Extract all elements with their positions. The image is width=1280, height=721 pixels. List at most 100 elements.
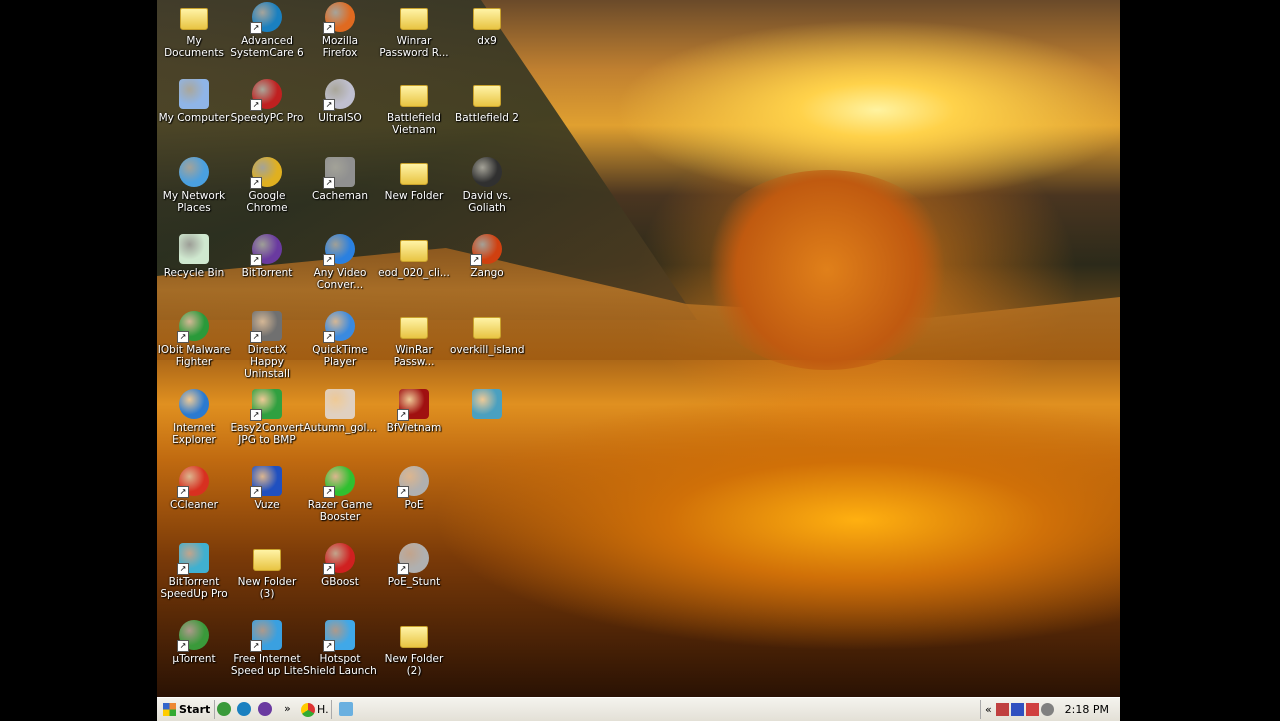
folder-icon <box>400 8 428 30</box>
desktop-icon[interactable]: David vs. Goliath <box>450 155 524 214</box>
shortcut-arrow-icon: ↗ <box>323 563 335 575</box>
desktop-icon[interactable]: ↗ PoE <box>377 464 451 511</box>
desktop-icon-label: Autumn_gol... <box>303 422 377 434</box>
bittorrent-quicklaunch-icon[interactable] <box>258 702 272 716</box>
desktop-icon[interactable]: ↗ BitTorrent SpeedUp Pro <box>157 541 231 600</box>
shortcut-arrow-icon: ↗ <box>470 254 482 266</box>
quick-launch-more-button[interactable]: » <box>284 702 291 715</box>
desktop-icon[interactable]: ↗ PoE_Stunt <box>377 541 451 588</box>
clock[interactable]: 2:18 PM <box>1065 703 1109 716</box>
desktop-icon[interactable]: My Network Places <box>157 155 231 214</box>
desktop-icon-label: Vuze <box>254 499 280 511</box>
desktop-icon[interactable]: New Folder (3) <box>230 541 304 600</box>
desktop-icon-label: IObit Malware Fighter <box>157 344 231 368</box>
desktop-icon[interactable]: Battlefield Vietnam <box>377 77 451 136</box>
desktop-icon[interactable]: ↗ Zango <box>450 232 524 279</box>
systemcare-icon: ↗ <box>250 2 282 34</box>
desktop-icon-label: Easy2Convert JPG to BMP <box>230 422 304 446</box>
desktop-icon[interactable]: My Documents <box>157 0 231 59</box>
desktop-icon[interactable]: ↗ Vuze <box>230 464 304 511</box>
easy2convert-icon: ↗ <box>250 389 282 421</box>
desktop-icon[interactable]: Recycle Bin <box>157 232 231 279</box>
desktop-icon[interactable]: New Folder (2) <box>377 618 451 677</box>
app-tray-icon[interactable] <box>1025 703 1039 716</box>
desktop-icon-label: SpeedyPC Pro <box>230 112 304 124</box>
desktop-icon-label: PoE_Stunt <box>387 576 441 588</box>
shortcut-arrow-icon: ↗ <box>323 331 335 343</box>
system-tray: « 2:18 PM <box>980 700 1119 719</box>
start-label: Start <box>179 703 211 716</box>
shortcut-arrow-icon: ↗ <box>177 563 189 575</box>
desktop-icon[interactable]: ↗ Advanced SystemCare 6 <box>230 0 304 59</box>
desktop-icon[interactable]: ↗ DirectX Happy Uninstall <box>230 309 304 380</box>
desktop-icon[interactable]: ↗ QuickTime Player <box>303 309 377 368</box>
desktop-icon[interactable]: ↗ SpeedyPC Pro <box>230 77 304 124</box>
installer-icon <box>472 389 502 419</box>
poe-stunt-icon: ↗ <box>397 543 429 575</box>
desktop-icon[interactable]: Battlefield 2 <box>450 77 524 124</box>
recycle-bin-icon <box>179 234 209 264</box>
utorrent-icon: ↗ <box>177 620 209 652</box>
shortcut-arrow-icon: ↗ <box>250 177 262 189</box>
desktop-icon[interactable]: ↗ Google Chrome <box>230 155 304 214</box>
desktop-icon[interactable]: Autumn_gol... <box>303 387 377 434</box>
systemcare-quicklaunch-icon[interactable] <box>237 702 251 716</box>
desktop-icon[interactable]: overkill_island <box>450 309 525 356</box>
desktop-icon[interactable]: ↗ Mozilla Firefox <box>303 0 377 59</box>
desktop-icon[interactable]: Internet Explorer <box>157 387 231 446</box>
speedypc-icon: ↗ <box>250 79 282 111</box>
desktop-icon[interactable]: ↗ GBoost <box>303 541 377 588</box>
desktop-icon-label: Hotspot Shield Launch <box>303 653 377 677</box>
desktop-icon[interactable]: ↗ Any Video Conver... <box>303 232 377 291</box>
vuze-icon: ↗ <box>250 466 282 498</box>
desktop-icon[interactable]: dx9 <box>450 0 524 47</box>
user-tray-icon[interactable] <box>995 703 1009 716</box>
desktop-icon[interactable]: ↗ BfVietnam <box>377 387 451 434</box>
tray-expand-button[interactable]: « <box>985 703 992 716</box>
shortcut-arrow-icon: ↗ <box>323 22 335 34</box>
desktop-icon[interactable]: ↗ UltraISO <box>303 77 377 124</box>
desktop[interactable]: My Documents My Computer My Network Places… <box>157 0 1120 697</box>
desktop-icon-label: eod_020_cli... <box>378 267 450 279</box>
desktop-icon[interactable]: WinRar Passw... <box>377 309 451 368</box>
shortcut-arrow-icon: ↗ <box>250 254 262 266</box>
desktop-icon[interactable]: ↗ IObit Malware Fighter <box>157 309 231 368</box>
shortcut-arrow-icon: ↗ <box>177 486 189 498</box>
image-file-icon <box>325 389 355 419</box>
desktop-icon[interactable]: ↗ Cacheman <box>303 155 377 202</box>
desktop-icon[interactable]: ↗ Easy2Convert JPG to BMP <box>230 387 304 446</box>
taskbar-item-chrome[interactable]: H. <box>301 700 332 719</box>
desktop-icon[interactable]: ↗ Free Internet Speed up Lite <box>230 618 304 677</box>
folder-icon <box>400 240 428 262</box>
volume-tray-icon[interactable] <box>1040 703 1054 716</box>
desktop-icon[interactable]: ↗ CCleaner <box>157 464 231 511</box>
firefox-icon: ↗ <box>323 2 355 34</box>
shortcut-arrow-icon: ↗ <box>250 22 262 34</box>
bittorrent-icon: ↗ <box>250 234 282 266</box>
taskbar-item-window-icon[interactable] <box>339 702 353 716</box>
desktop-icon[interactable]: ↗ BitTorrent <box>230 232 304 279</box>
desktop-icon[interactable]: My Computer <box>157 77 231 124</box>
zango-icon: ↗ <box>470 234 502 266</box>
network-tray-icon[interactable] <box>1010 703 1024 716</box>
ccleaner-icon: ↗ <box>177 466 209 498</box>
desktop-icon[interactable]: ↗ µTorrent <box>157 618 231 665</box>
folder-icon <box>473 8 501 30</box>
desktop-icon[interactable]: ↗ Razer Game Booster <box>303 464 377 523</box>
desktop-icon[interactable] <box>450 387 524 422</box>
utorrent-quicklaunch-icon[interactable] <box>217 702 231 716</box>
folder-icon <box>473 85 501 107</box>
desktop-icon[interactable]: Winrar Password R... <box>377 0 451 59</box>
gboost-icon: ↗ <box>323 543 355 575</box>
desktop-icon[interactable]: New Folder <box>377 155 451 202</box>
speedup-icon: ↗ <box>177 543 209 575</box>
desktop-icon-label: CCleaner <box>170 499 218 511</box>
start-button[interactable]: Start <box>159 700 216 719</box>
desktop-icon-label: µTorrent <box>172 653 216 665</box>
desktop-icon-label: Mozilla Firefox <box>321 35 359 59</box>
desktop-icon[interactable]: eod_020_cli... <box>377 232 451 279</box>
shortcut-arrow-icon: ↗ <box>250 640 262 652</box>
desktop-icon[interactable]: ↗ Hotspot Shield Launch <box>303 618 377 677</box>
desktop-icon-label: QuickTime Player <box>312 344 368 368</box>
desktop-icon-label: Battlefield 2 <box>455 112 519 124</box>
